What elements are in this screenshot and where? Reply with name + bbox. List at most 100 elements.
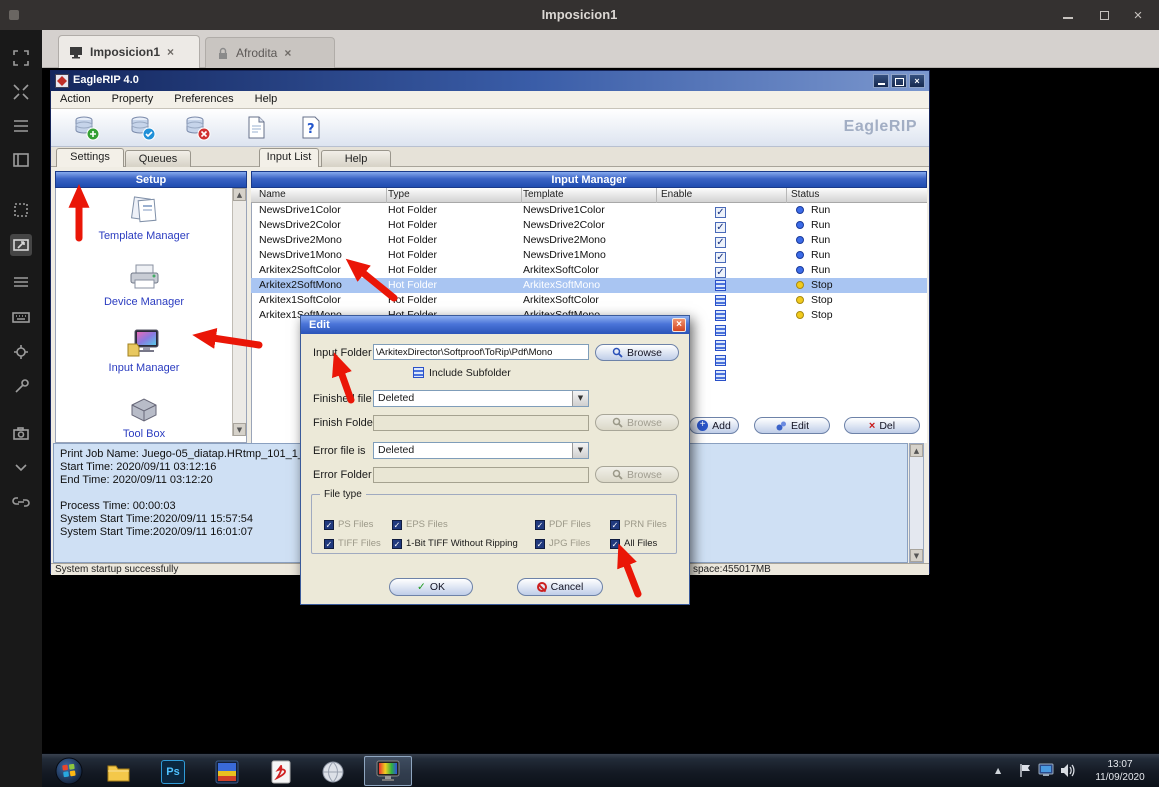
- col-template[interactable]: Template: [523, 189, 564, 200]
- browse-input-button[interactable]: Browse: [595, 344, 679, 361]
- add-input-icon[interactable]: [73, 114, 100, 141]
- enable-checkbox[interactable]: [715, 237, 726, 248]
- volume-icon[interactable]: [1060, 763, 1075, 778]
- enable-checkbox[interactable]: [715, 295, 726, 306]
- start-input-icon[interactable]: [129, 114, 156, 141]
- enable-checkbox[interactable]: [715, 325, 726, 336]
- table-row[interactable]: Arkitex2SoftColor Hot Folder ArkitexSoft…: [251, 263, 927, 278]
- check-icon: [324, 520, 334, 530]
- tab-input-list[interactable]: Input List: [259, 148, 319, 167]
- include-subfolder-checkbox[interactable]: [413, 367, 424, 378]
- tab-help[interactable]: Help: [321, 150, 391, 167]
- delete-input-icon[interactable]: [184, 114, 211, 141]
- col-type[interactable]: Type: [388, 189, 410, 200]
- cancel-button[interactable]: Cancel: [517, 578, 603, 596]
- gear-icon[interactable]: [10, 341, 32, 363]
- del-button[interactable]: Del: [844, 417, 920, 434]
- add-button[interactable]: Add: [689, 417, 739, 434]
- scroll-down-icon[interactable]: [910, 549, 923, 562]
- display-tray-icon[interactable]: [1038, 763, 1054, 778]
- scroll-up-icon[interactable]: [233, 188, 246, 201]
- restore-button[interactable]: [1094, 6, 1114, 24]
- chevron-down-icon[interactable]: [572, 391, 588, 406]
- photoshop-button[interactable]: Ps: [160, 759, 186, 785]
- setup-item-tool-box[interactable]: Tool Box: [62, 394, 226, 440]
- menu-action[interactable]: Action: [51, 91, 100, 107]
- enable-checkbox[interactable]: [715, 355, 726, 366]
- ok-button[interactable]: OK: [389, 578, 473, 596]
- setup-item-device-manager[interactable]: Device Manager: [62, 262, 226, 308]
- tab-queues[interactable]: Queues: [125, 150, 191, 167]
- enable-checkbox[interactable]: [715, 340, 726, 351]
- chevron-down-icon[interactable]: [10, 456, 32, 478]
- eaglerip-taskbar-button[interactable]: [364, 756, 412, 786]
- close-button[interactable]: [1128, 6, 1148, 24]
- menu-preferences[interactable]: Preferences: [165, 91, 242, 107]
- table-row-selected[interactable]: Arkitex2SoftMono Hot Folder ArkitexSoftM…: [251, 278, 927, 293]
- enable-checkbox[interactable]: [715, 252, 726, 263]
- tab-afrodita[interactable]: Afrodita: [205, 37, 335, 68]
- finished-file-select[interactable]: Deleted: [373, 390, 589, 407]
- enable-checkbox[interactable]: [715, 207, 726, 218]
- menu-help[interactable]: Help: [246, 91, 287, 107]
- scaled-mode-icon[interactable]: [10, 234, 32, 256]
- tab-settings[interactable]: Settings: [56, 148, 124, 167]
- dynamic-resolution-icon[interactable]: [10, 199, 32, 221]
- setup-item-input-manager[interactable]: Input Manager: [62, 328, 226, 374]
- log-scrollbar[interactable]: [909, 443, 924, 563]
- table-row[interactable]: NewsDrive2Mono Hot Folder NewsDrive2Mono…: [251, 233, 927, 248]
- browser-button[interactable]: [320, 759, 346, 785]
- help-icon[interactable]: ?: [298, 114, 324, 141]
- chevron-down-icon[interactable]: [572, 443, 588, 458]
- scroll-up-icon[interactable]: [910, 444, 923, 457]
- enable-checkbox[interactable]: [715, 222, 726, 233]
- table-row[interactable]: Arkitex1SoftColor Hot Folder ArkitexSoft…: [251, 293, 927, 308]
- table-row[interactable]: NewsDrive1Color Hot Folder NewsDrive1Col…: [251, 203, 927, 218]
- rip-maximize-button[interactable]: [891, 74, 907, 88]
- disconnect-icon[interactable]: [10, 491, 32, 513]
- col-status[interactable]: Status: [791, 189, 819, 200]
- tools-icon[interactable]: [10, 376, 32, 398]
- keyboard-icon[interactable]: [10, 306, 32, 328]
- col-enable[interactable]: Enable: [661, 189, 692, 200]
- enable-checkbox[interactable]: [715, 267, 726, 278]
- screenshot-icon[interactable]: [10, 422, 32, 444]
- setup-scrollbar[interactable]: [232, 188, 246, 436]
- enable-checkbox[interactable]: [715, 280, 726, 291]
- setup-item-template-manager[interactable]: Template Manager: [62, 196, 226, 242]
- table-row[interactable]: NewsDrive2Color Hot Folder NewsDrive2Col…: [251, 218, 927, 233]
- toggle-panel-icon[interactable]: [10, 149, 32, 171]
- table-row[interactable]: NewsDrive1Mono Hot Folder NewsDrive1Mono…: [251, 248, 927, 263]
- dialog-close-button[interactable]: [672, 318, 686, 332]
- taskbar-clock[interactable]: 13:07 11/09/2020: [1085, 758, 1155, 784]
- rip-close-button[interactable]: [909, 74, 925, 88]
- pdf-reader-button[interactable]: [268, 759, 294, 785]
- document-icon[interactable]: [243, 114, 269, 141]
- tab-close-icon[interactable]: [167, 45, 174, 59]
- error-file-select[interactable]: Deleted: [373, 442, 589, 459]
- tab-close-icon[interactable]: [284, 46, 291, 60]
- action-center-flag-icon[interactable]: [1018, 763, 1032, 778]
- enable-checkbox[interactable]: [715, 310, 726, 321]
- fit-window-icon[interactable]: [10, 81, 32, 103]
- fullscreen-icon[interactable]: [10, 47, 32, 69]
- cancel-label: Cancel: [551, 581, 584, 593]
- imposition-app-button[interactable]: [214, 759, 240, 785]
- minimize-button[interactable]: [1058, 6, 1078, 24]
- menu-icon[interactable]: [10, 115, 32, 137]
- enable-checkbox[interactable]: [715, 370, 726, 381]
- menu-property[interactable]: Property: [103, 91, 163, 107]
- cell-status: Run: [811, 233, 830, 248]
- input-folder-field[interactable]: [373, 344, 589, 360]
- col-name[interactable]: Name: [259, 189, 286, 200]
- start-button[interactable]: [54, 756, 84, 786]
- scroll-down-icon[interactable]: [233, 423, 246, 436]
- grab-keyboard-icon[interactable]: [10, 271, 32, 293]
- checkbox-all-files[interactable]: All Files: [610, 538, 657, 549]
- edit-button[interactable]: Edit: [754, 417, 830, 434]
- tray-expand-icon[interactable]: [995, 766, 1001, 775]
- checkbox-1bit-tiff[interactable]: 1-Bit TIFF Without Ripping: [392, 538, 518, 549]
- file-explorer-button[interactable]: [105, 759, 131, 785]
- tab-imposicion1[interactable]: Imposicion1: [58, 35, 200, 68]
- rip-minimize-button[interactable]: [873, 74, 889, 88]
